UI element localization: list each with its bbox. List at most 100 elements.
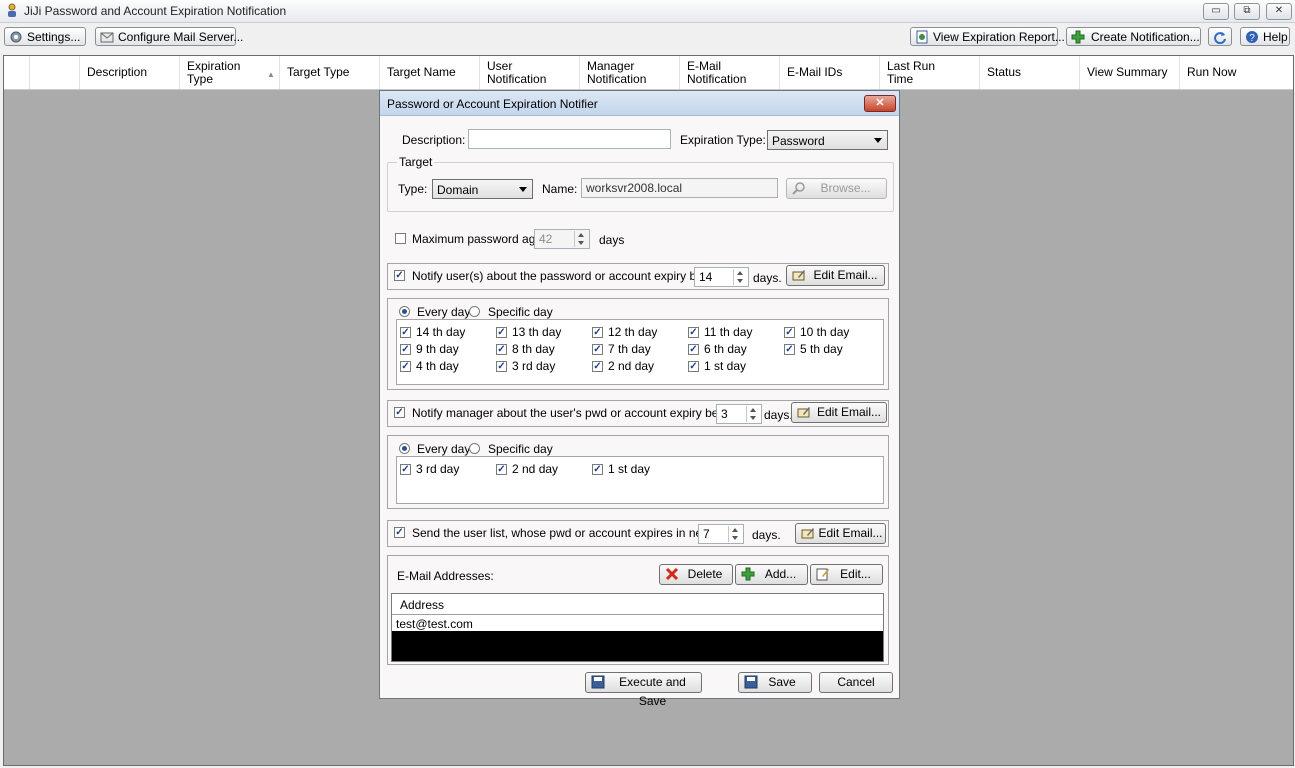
manager-day-checkbox[interactable]: ✓ <box>400 464 411 475</box>
edit-manager-email-button[interactable]: Edit Email... <box>791 402 887 423</box>
column-view-summary[interactable]: View Summary <box>1080 56 1180 89</box>
column-email-notification[interactable]: E-Mail Notification <box>680 56 780 89</box>
user-day-checkbox[interactable]: ✓ <box>592 361 603 372</box>
spin-up-icon[interactable] <box>746 406 760 414</box>
spin-up-icon[interactable] <box>733 269 747 277</box>
restore-icon: ⧉ <box>1243 5 1251 16</box>
notify-manager-checkbox[interactable]: ✓ <box>394 407 405 418</box>
magnifier-icon <box>792 182 805 195</box>
spin-down-icon[interactable] <box>574 239 588 247</box>
column-status[interactable]: Status <box>980 56 1080 89</box>
edit-email-icon <box>797 407 810 418</box>
save-button[interactable]: Save <box>738 672 812 693</box>
notify-user-days-unit: days. <box>753 271 782 285</box>
notify-manager-label: Notify manager about the user's pwd or a… <box>412 406 740 420</box>
notify-user-days-spinner[interactable]: 14 <box>694 267 749 287</box>
send-user-list-days-unit: days. <box>752 528 781 542</box>
column-last-run-time[interactable]: Last Run Time <box>880 56 980 89</box>
spin-down-icon[interactable] <box>733 277 747 285</box>
address-column-header[interactable]: Address <box>392 594 883 615</box>
create-notification-button[interactable]: Create Notification... <box>1066 27 1201 46</box>
help-icon: ? <box>1246 31 1258 44</box>
user-day-label: 4 th day <box>416 359 459 373</box>
column-blank[interactable] <box>30 56 80 89</box>
title-bar: JiJi Password and Account Expiration Not… <box>0 0 1295 23</box>
refresh-button[interactable] <box>1208 27 1232 46</box>
send-user-list-days-spinner[interactable]: 7 <box>698 524 744 544</box>
table-row[interactable]: test@test.com <box>392 615 883 631</box>
close-icon: ✕ <box>875 97 885 109</box>
edit-email-icon <box>801 528 814 539</box>
max-password-age-checkbox[interactable] <box>395 233 406 244</box>
user-specific-day-radio[interactable] <box>469 306 480 317</box>
column-manager-notification[interactable]: Manager Notification <box>580 56 680 89</box>
user-day-checkbox[interactable]: ✓ <box>592 327 603 338</box>
user-day-checkbox[interactable]: ✓ <box>400 327 411 338</box>
user-day-checkbox[interactable]: ✓ <box>688 344 699 355</box>
edit-list-email-button[interactable]: Edit Email... <box>795 523 886 544</box>
column-target-name[interactable]: Target Name <box>380 56 480 89</box>
app-key-user-icon <box>8 3 16 17</box>
manager-every-day-radio[interactable] <box>399 443 410 454</box>
edit-email-address-button[interactable]: Edit... <box>810 564 883 585</box>
add-email-button[interactable]: Add... <box>735 564 808 585</box>
spin-down-icon[interactable] <box>728 534 742 542</box>
column-description[interactable]: Description <box>80 56 180 89</box>
target-group-label: Target <box>397 155 435 169</box>
user-day-checkbox[interactable]: ✓ <box>784 327 795 338</box>
dialog-close-button[interactable]: ✕ <box>864 95 896 112</box>
chevron-down-icon <box>874 138 882 143</box>
view-expiration-report-button[interactable]: View Expiration Report... <box>910 27 1065 46</box>
column-user-notification[interactable]: User Notification <box>480 56 580 89</box>
user-day-checkbox[interactable]: ✓ <box>496 361 507 372</box>
settings-button[interactable]: Settings... <box>4 27 86 46</box>
spin-up-icon[interactable] <box>728 526 742 534</box>
notify-manager-days-spinner[interactable]: 3 <box>716 404 762 424</box>
notify-user-label: Notify user(s) about the password or acc… <box>412 269 724 283</box>
cancel-button[interactable]: Cancel <box>819 672 893 693</box>
close-window-button[interactable]: ✕ <box>1266 3 1292 20</box>
notify-manager-days-unit: days. <box>764 408 793 422</box>
notify-user-checkbox[interactable]: ✓ <box>394 270 405 281</box>
delete-email-button[interactable]: Delete <box>659 564 733 585</box>
max-password-age-spinner[interactable]: 42 <box>534 229 590 249</box>
user-every-day-radio[interactable] <box>399 306 410 317</box>
user-day-checkbox[interactable]: ✓ <box>592 344 603 355</box>
plus-icon <box>741 567 755 581</box>
column-target-type[interactable]: Target Type <box>280 56 380 89</box>
column-expiration-type[interactable]: Expiration Type ▲ <box>180 56 280 89</box>
spin-up-icon[interactable] <box>574 231 588 239</box>
user-day-checkbox[interactable]: ✓ <box>496 327 507 338</box>
user-day-label: 5 th day <box>800 342 843 356</box>
column-run-now[interactable]: Run Now <box>1180 56 1293 89</box>
user-day-checkbox[interactable]: ✓ <box>784 344 795 355</box>
user-day-checkbox[interactable]: ✓ <box>688 327 699 338</box>
edit-user-email-button[interactable]: Edit Email... <box>786 265 885 286</box>
send-user-list-checkbox[interactable]: ✓ <box>394 527 405 538</box>
manager-day-label: 1 st day <box>608 462 651 476</box>
target-type-select[interactable]: Domain <box>432 179 533 199</box>
user-day-label: 1 st day <box>704 359 747 373</box>
user-day-checkbox[interactable]: ✓ <box>688 361 699 372</box>
column-email-ids[interactable]: E-Mail IDs <box>780 56 880 89</box>
manager-day-checkbox[interactable]: ✓ <box>592 464 603 475</box>
manager-every-day-label: Every day <box>417 442 471 456</box>
manager-day-checkbox[interactable]: ✓ <box>496 464 507 475</box>
restore-button[interactable]: ⧉ <box>1234 3 1260 20</box>
description-input[interactable] <box>468 129 671 149</box>
user-day-checkbox[interactable]: ✓ <box>496 344 507 355</box>
user-day-checkbox[interactable]: ✓ <box>400 361 411 372</box>
chevron-down-icon <box>519 187 527 192</box>
column-select[interactable] <box>4 56 30 89</box>
target-name-field[interactable]: worksvr2008.local <box>581 178 778 198</box>
expiration-type-select[interactable]: Password <box>767 130 888 150</box>
type-label: Type: <box>398 182 428 196</box>
help-button[interactable]: ? Help <box>1240 27 1290 46</box>
user-day-checkbox[interactable]: ✓ <box>400 344 411 355</box>
manager-specific-day-radio[interactable] <box>469 443 480 454</box>
browse-button[interactable]: Browse... <box>786 178 887 199</box>
configure-mail-server-button[interactable]: Configure Mail Server... <box>95 27 243 46</box>
execute-and-save-button[interactable]: Execute and Save <box>585 672 702 708</box>
spin-down-icon[interactable] <box>746 414 760 422</box>
minimize-button[interactable]: ▭ <box>1203 3 1229 20</box>
